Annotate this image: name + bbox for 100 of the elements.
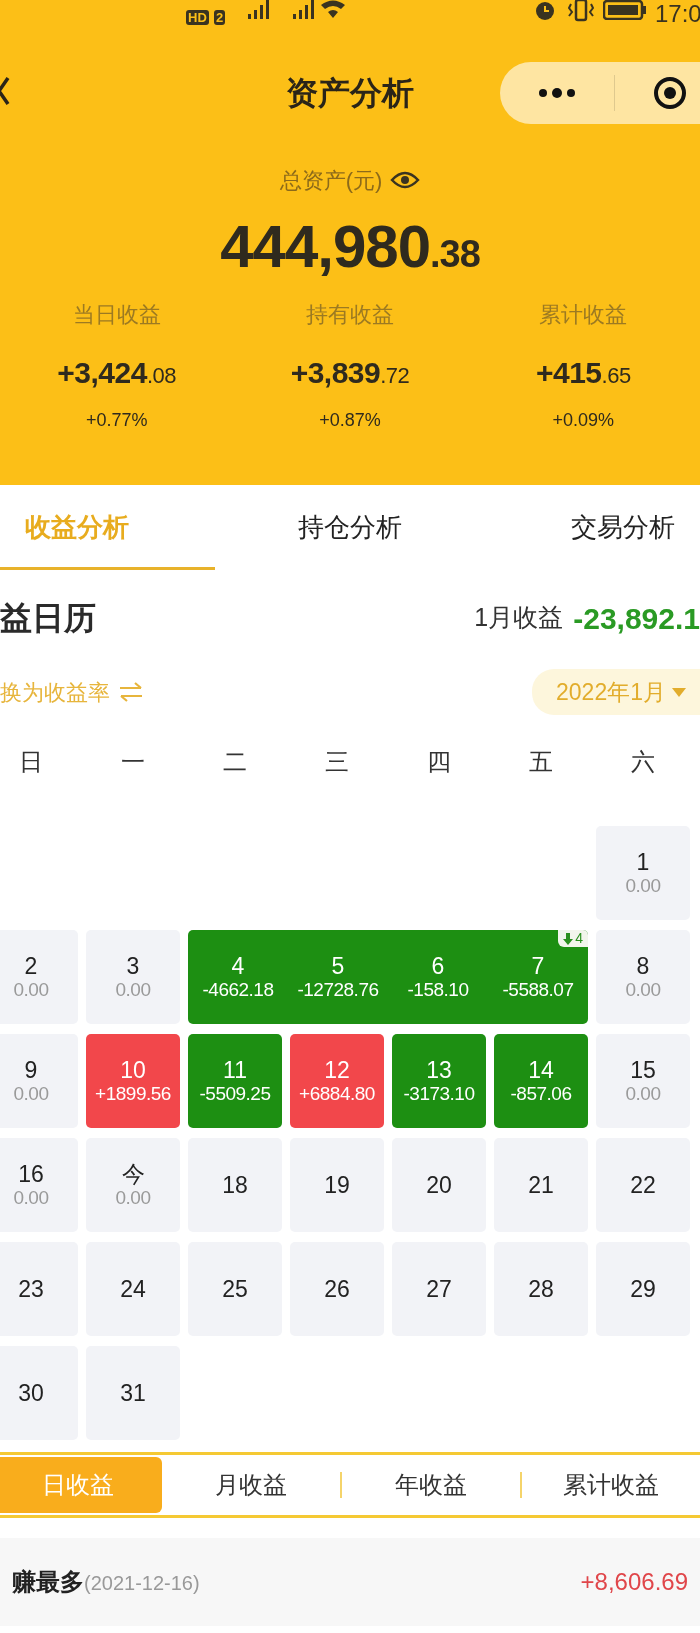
day-number: 27: [426, 1275, 452, 1303]
analysis-tab[interactable]: 持仓分析: [241, 485, 459, 570]
day-number: 31: [120, 1379, 146, 1407]
day-profit: 0.00: [625, 1083, 661, 1106]
day-profit: 0.00: [13, 1187, 49, 1210]
stat-label: 累计收益: [539, 301, 628, 329]
day-cell[interactable]: 14 -857.06: [494, 1034, 588, 1128]
weekday-label: 三: [325, 747, 349, 777]
day-cell[interactable]: 10 +1899.56: [86, 1034, 180, 1128]
weekday-label: 六: [631, 747, 655, 777]
day-cell[interactable]: 今 0.00: [86, 1138, 180, 1232]
stat-value: +3,424.08: [57, 355, 176, 391]
day-cell[interactable]: 20: [392, 1138, 486, 1232]
day-cell[interactable]: 26: [290, 1242, 384, 1336]
analysis-tab[interactable]: 交易分析: [458, 485, 700, 570]
battery-icon: [603, 0, 647, 20]
day-profit: -5588.07: [502, 979, 574, 1002]
day-profit: 0.00: [13, 979, 49, 1002]
stat-label: 当日收益: [72, 301, 161, 329]
streak-badge: 4: [558, 930, 588, 947]
day-profit: +6884.80: [299, 1083, 375, 1106]
day-cell[interactable]: 30: [0, 1346, 78, 1440]
page-title: 资产分析: [286, 74, 414, 113]
day-cell[interactable]: 9 0.00: [0, 1034, 78, 1128]
period-tab[interactable]: 年收益: [342, 1457, 520, 1513]
caret-icon: [672, 687, 686, 697]
day-number: 19: [324, 1171, 350, 1199]
day-number: 21: [528, 1171, 554, 1199]
day-profit: 0.00: [625, 979, 661, 1002]
day-cell[interactable]: 13 -3173.10: [392, 1034, 486, 1128]
stat-value: +3,839.72: [290, 355, 410, 391]
stat-rate: +0.77%: [85, 409, 148, 432]
signal-icon: [293, 0, 314, 19]
day-cell[interactable]: 3 0.00: [86, 930, 180, 1024]
target-icon[interactable]: [653, 76, 687, 110]
day-number: 11: [223, 1056, 247, 1084]
back-icon[interactable]: [0, 76, 10, 106]
day-number: 12: [324, 1056, 350, 1084]
day-number: 16: [18, 1160, 44, 1188]
day-number: 5: [331, 952, 345, 980]
day-cell[interactable]: 22: [596, 1138, 690, 1232]
eye-icon[interactable]: [390, 170, 421, 190]
day-cell[interactable]: 2 0.00: [0, 930, 78, 1024]
period-tab[interactable]: 累计收益: [522, 1457, 700, 1513]
weekday-label: 日: [19, 747, 43, 777]
day-number: 4: [231, 952, 245, 980]
day-number: 13: [426, 1056, 452, 1084]
day-profit: -5509.25: [199, 1083, 271, 1106]
weekday-label: 五: [529, 747, 553, 777]
day-number: 10: [120, 1056, 146, 1084]
day-number: 25: [222, 1275, 248, 1303]
best-day-label: 赚最多: [12, 1567, 84, 1597]
day-cell[interactable]: 27: [392, 1242, 486, 1336]
signal-icon: [248, 0, 269, 19]
day-cell[interactable]: 28: [494, 1242, 588, 1336]
day-cell[interactable]: 16 0.00: [0, 1138, 78, 1232]
day-number: 9: [24, 1056, 38, 1084]
clock-time: 17:0: [655, 0, 700, 29]
day-cell[interactable]: 15 0.00: [596, 1034, 690, 1128]
arrow-icon: [563, 932, 574, 945]
day-cell[interactable]: 31: [86, 1346, 180, 1440]
day-number: 6: [431, 952, 445, 980]
day-profit: -12728.76: [297, 979, 379, 1002]
day-cell[interactable]: 12 +6884.80: [290, 1034, 384, 1128]
day-profit: -4662.18: [202, 979, 274, 1002]
day-cell[interactable]: 8 0.00: [596, 930, 690, 1024]
swap-icon: [118, 681, 144, 703]
day-cell[interactable]: 24: [86, 1242, 180, 1336]
day-cell[interactable]: 18: [188, 1138, 282, 1232]
day-cell[interactable]: 11 -5509.25: [188, 1034, 282, 1128]
best-day-date: (2021-12-16): [84, 1571, 200, 1596]
day-cell[interactable]: 19: [290, 1138, 384, 1232]
weekday-label: 四: [427, 747, 451, 777]
day-number: 15: [630, 1056, 656, 1084]
day-profit: 0.00: [115, 1187, 151, 1210]
day-number: 2: [24, 952, 38, 980]
wifi-icon: [320, 0, 346, 19]
stat-label: 持有收益: [306, 301, 394, 329]
day-cell[interactable]: 23: [0, 1242, 78, 1336]
day-number: 7: [531, 952, 545, 980]
day-profit: 0.00: [115, 979, 151, 1002]
stat-rate: +0.87%: [319, 409, 381, 432]
total-assets-label: 总资产(元): [279, 166, 383, 195]
day-cell[interactable]: 21: [494, 1138, 588, 1232]
sim-badge: 2: [214, 10, 226, 25]
day-cell[interactable]: 29: [596, 1242, 690, 1336]
stat-rate: +0.09%: [552, 409, 615, 432]
network-badge: HD: [186, 10, 209, 25]
total-assets-value: 444,980.38: [220, 215, 480, 282]
day-cell[interactable]: 25: [188, 1242, 282, 1336]
period-tab[interactable]: 月收益: [162, 1457, 340, 1513]
day-number: 23: [18, 1275, 44, 1303]
day-number: 24: [120, 1275, 146, 1303]
day-number: 14: [528, 1056, 554, 1084]
month-profit-value: -23,892.1: [573, 600, 700, 637]
day-profit: -3173.10: [403, 1083, 475, 1106]
day-number: 1: [636, 848, 650, 876]
more-icon[interactable]: [538, 88, 576, 98]
day-cell[interactable]: 1 0.00: [596, 826, 690, 920]
streak-bar[interactable]: 4 -4662.18 5 -12728.76 6 -158.10 7 -5588.07 4: [188, 930, 588, 1024]
